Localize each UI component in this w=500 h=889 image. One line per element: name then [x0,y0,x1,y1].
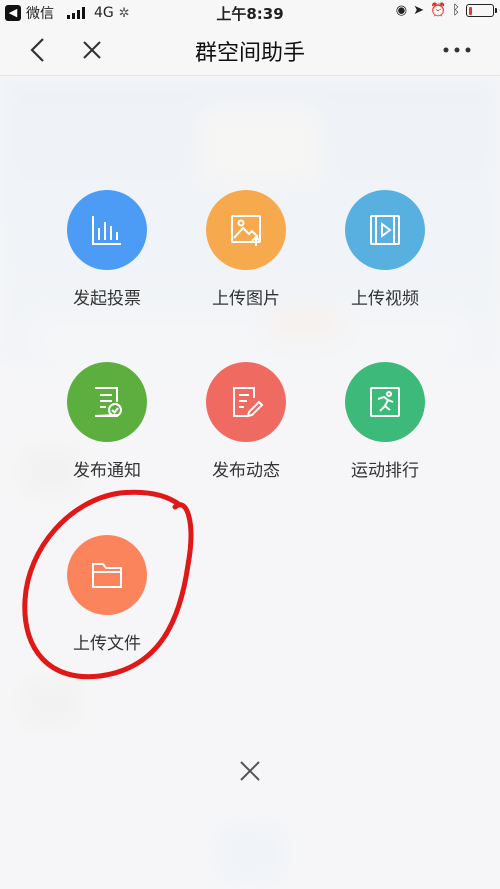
action-upload-video[interactable]: 上传视频 [325,190,445,309]
action-label: 上传文件 [73,634,141,654]
action-label: 上传图片 [212,289,280,309]
sport-ranking-icon [345,362,425,442]
action-post-notice[interactable]: 发布通知 [47,362,167,481]
folder-icon [67,535,147,615]
action-post-update[interactable]: 发布动态 [186,362,306,481]
edit-post-icon [206,362,286,442]
action-vote[interactable]: 发起投票 [47,190,167,309]
action-label: 运动排行 [351,461,419,481]
nav-bar: 群空间助手 [0,24,500,76]
action-label: 发布动态 [212,461,280,481]
action-upload-file[interactable]: 上传文件 [47,535,167,654]
alarm-icon: ⏰ [430,3,447,18]
action-label: 上传视频 [351,289,419,309]
action-label: 发起投票 [73,289,141,309]
action-upload-image[interactable]: 上传图片 [186,190,306,309]
rotation-lock-icon: ◉ [395,3,408,18]
battery-level [468,6,472,15]
battery-icon [466,4,497,17]
video-icon [345,190,425,270]
page-title: 群空间助手 [194,41,305,66]
status-bar: ◀ 微信 4G ✲ 上午8:39 ◉ ➤ ⏰ ᛒ [0,0,500,24]
close-icon[interactable] [236,757,264,785]
notice-icon [67,362,147,442]
image-upload-icon [206,190,286,270]
action-sport-ranking[interactable]: 运动排行 [325,362,445,481]
bluetooth-icon: ᛒ [452,3,460,18]
location-icon: ➤ [413,3,424,18]
bar-chart-icon [67,190,147,270]
more-dots-icon[interactable] [440,36,474,64]
action-label: 发布通知 [73,461,141,481]
